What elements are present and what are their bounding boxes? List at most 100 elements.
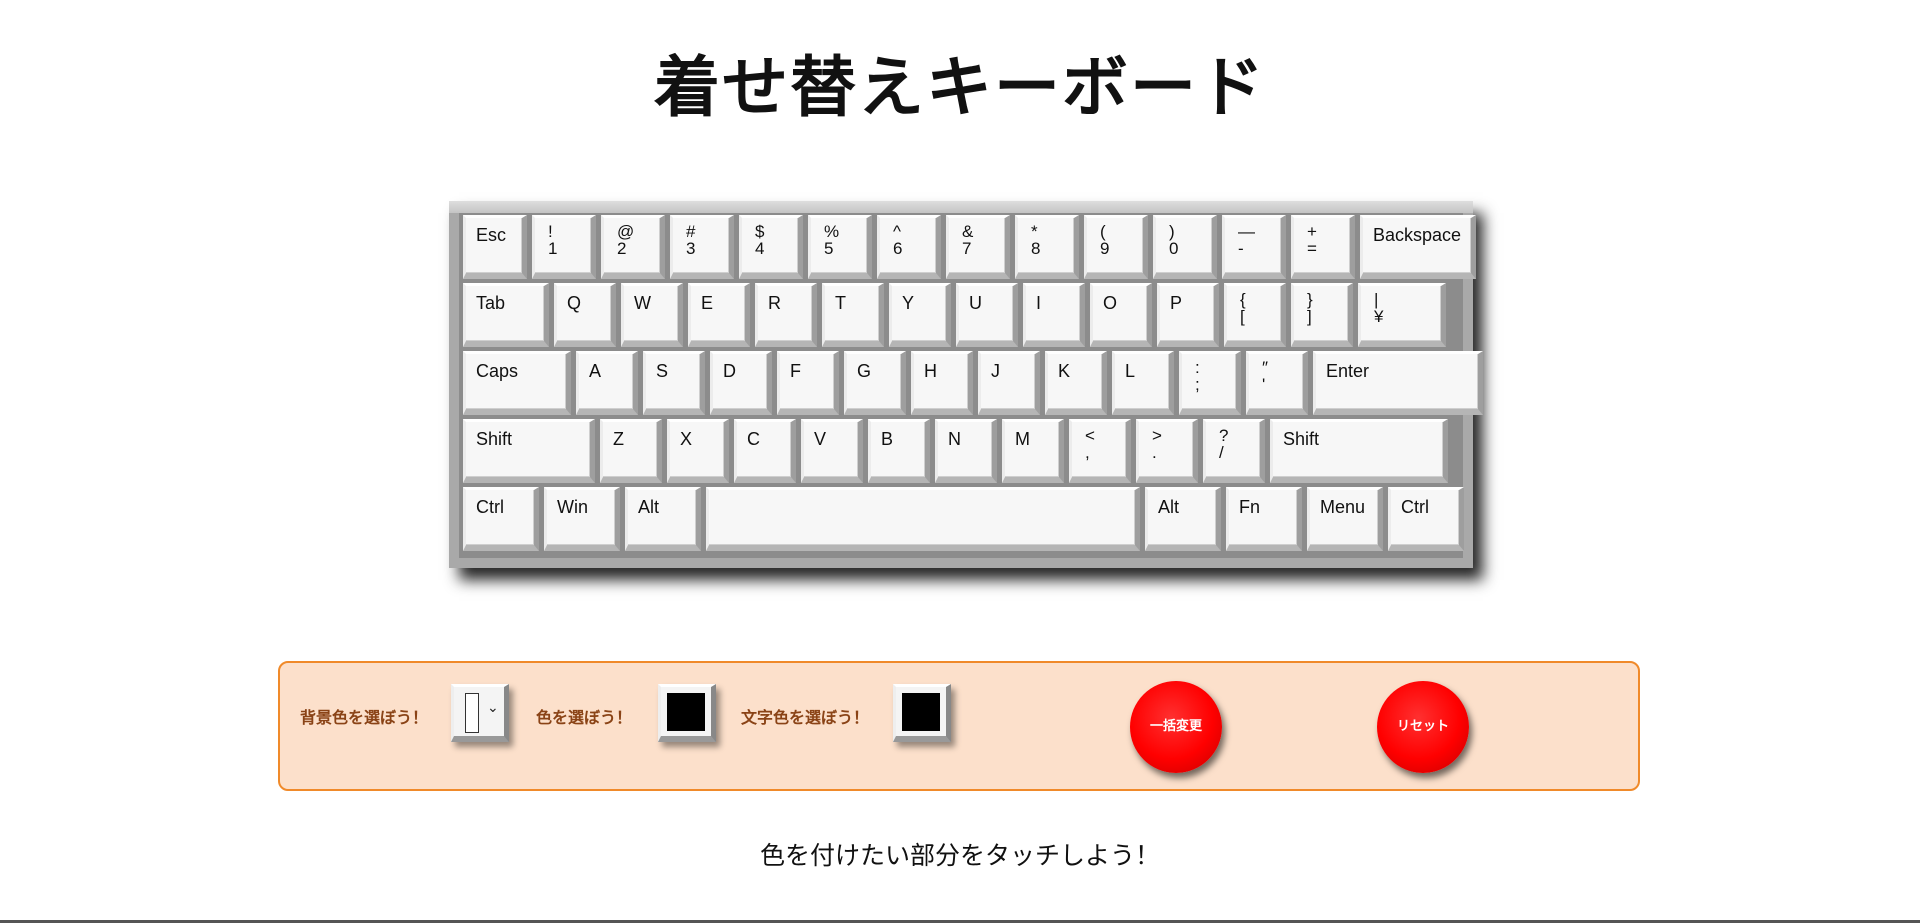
key-k0-12[interactable]: + = [1291,215,1355,279]
key-enter[interactable]: Enter [1313,351,1483,415]
key-label: Enter [1326,361,1370,381]
key-alt[interactable]: Alt [625,487,701,551]
key-label-bottom: = [1307,239,1317,258]
key-k0-7[interactable]: & 7 [946,215,1010,279]
key-k1-12[interactable]: }] [1291,283,1353,347]
key-label-top: * [1031,222,1038,241]
key-label: O [1103,293,1118,313]
key-f[interactable]: F [777,351,839,415]
key-label-top: | [1374,290,1379,309]
text-color-picker[interactable] [893,684,951,742]
key-k1-13[interactable]: | ¥ [1358,283,1446,347]
key-l[interactable]: L [1112,351,1174,415]
key-j[interactable]: J [978,351,1040,415]
key-k3-10[interactable]: ? / [1203,419,1265,483]
key-v[interactable]: V [801,419,863,483]
key-label-top: ? [1219,426,1229,445]
key-k0-5[interactable]: % 5 [808,215,872,279]
key-k1-11[interactable]: {[ [1224,283,1286,347]
key-k0-8[interactable]: * 8 [1015,215,1079,279]
key-k[interactable]: K [1045,351,1107,415]
key-label: A [589,361,602,381]
key-g[interactable]: G [844,351,906,415]
key-space[interactable] [706,487,1140,551]
key-t[interactable]: T [822,283,884,347]
key-alt[interactable]: Alt [1145,487,1221,551]
key-y[interactable]: Y [889,283,951,347]
key-label-bottom: 0 [1169,239,1179,258]
key-label: V [814,429,827,449]
key-backspace[interactable]: Backspace [1360,215,1476,279]
key-k3-9[interactable]: >. [1136,419,1198,483]
key-caps[interactable]: Caps [463,351,571,415]
key-fn[interactable]: Fn [1226,487,1302,551]
key-label: P [1170,293,1183,313]
reset-button[interactable]: リセット [1377,681,1469,773]
key-win[interactable]: Win [544,487,620,551]
background-color-select[interactable]: ⌄ [451,684,509,742]
key-k0-3[interactable]: #3 [670,215,734,279]
key-shift[interactable]: Shift [1270,419,1448,483]
key-label-top: ! [548,222,553,241]
key-label: Menu [1320,497,1366,517]
key-color-swatch [667,693,705,731]
key-a[interactable]: A [576,351,638,415]
key-k0-11[interactable]: — - [1222,215,1286,279]
key-c[interactable]: C [734,419,796,483]
key-z[interactable]: Z [600,419,662,483]
key-label: F [790,361,801,381]
key-label: H [924,361,937,381]
key-label: T [835,293,846,313]
key-r[interactable]: R [755,283,817,347]
key-tab[interactable]: Tab [463,283,549,347]
key-label: Ctrl [476,497,504,517]
key-h[interactable]: H [911,351,973,415]
key-s[interactable]: S [643,351,705,415]
key-label: Shift [1283,429,1320,449]
key-i[interactable]: I [1023,283,1085,347]
key-label: Shift [476,429,513,449]
key-k0-2[interactable]: @2 [601,215,665,279]
key-o[interactable]: O [1090,283,1152,347]
key-e[interactable]: E [688,283,750,347]
key-label-bottom: - [1238,239,1244,258]
key-k2-11[interactable]: ″ ' [1246,351,1308,415]
key-shift[interactable]: Shift [463,419,595,483]
key-p[interactable]: P [1157,283,1219,347]
background-color-label: 背景色を選ぼう！ [300,708,429,727]
bulk-change-button[interactable]: 一括変更 [1130,681,1222,773]
key-n[interactable]: N [935,419,997,483]
key-label-top: & [962,222,974,241]
key-d[interactable]: D [710,351,772,415]
key-k0-9[interactable]: (9 [1084,215,1148,279]
key-q[interactable]: Q [554,283,616,347]
key-k2-10[interactable]: :; [1179,351,1241,415]
key-x[interactable]: X [667,419,729,483]
key-label-bottom: 6 [893,239,903,258]
key-k3-8[interactable]: <, [1069,419,1131,483]
key-color-label: 色を選ぼう！ [536,708,633,727]
color-control-panel: 背景色を選ぼう！ ⌄ 色を選ぼう！ 文字色を選ぼう！ 一括変更 リセット [278,661,1640,791]
key-label-top: $ [755,222,765,241]
page-title: 着せ替えキーボード [654,49,1266,126]
key-k0-10[interactable]: ) 0 [1153,215,1217,279]
key-label-top: @ [617,222,635,241]
key-color-picker[interactable] [658,684,716,742]
key-u[interactable]: U [956,283,1018,347]
key-ctrl[interactable]: Ctrl [463,487,539,551]
key-menu[interactable]: Menu [1307,487,1383,551]
key-k0-6[interactable]: ^ 6 [877,215,941,279]
key-k0-1[interactable]: ! 1 [532,215,596,279]
key-b[interactable]: B [868,419,930,483]
key-label-top: : [1195,358,1200,377]
key-k0-4[interactable]: $4 [739,215,803,279]
key-label: Y [902,293,915,313]
key-esc[interactable]: Esc [463,215,527,279]
key-label-top: % [824,222,840,241]
key-ctrl[interactable]: Ctrl [1388,487,1464,551]
key-m[interactable]: M [1002,419,1064,483]
key-label-bottom: , [1085,443,1090,462]
key-label-top: ) [1169,222,1175,241]
key-label: W [634,293,651,313]
key-w[interactable]: W [621,283,683,347]
